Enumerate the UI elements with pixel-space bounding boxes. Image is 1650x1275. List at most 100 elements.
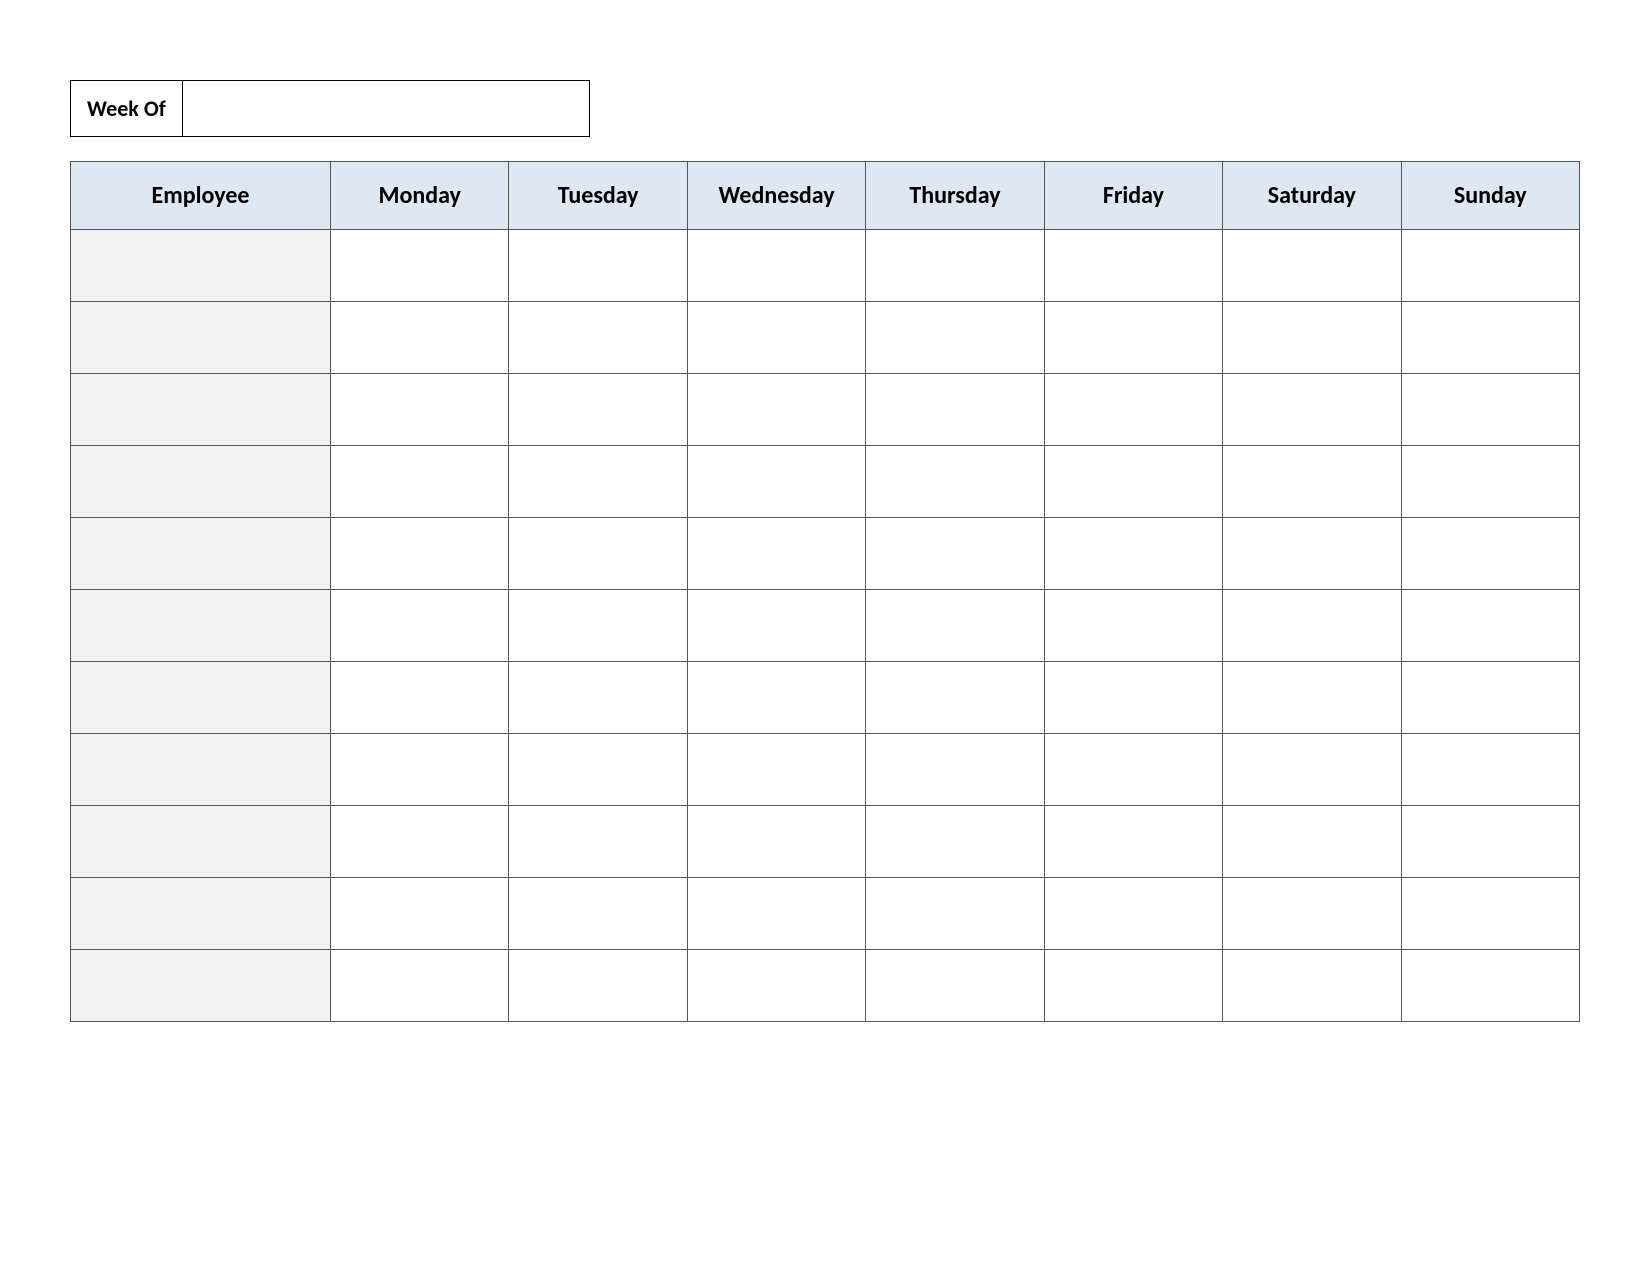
cell-wednesday[interactable]: [687, 590, 865, 662]
cell-friday[interactable]: [1044, 878, 1222, 950]
cell-sunday[interactable]: [1401, 950, 1579, 1022]
cell-tuesday[interactable]: [509, 806, 687, 878]
cell-thursday[interactable]: [866, 518, 1044, 590]
cell-thursday[interactable]: [866, 806, 1044, 878]
employee-cell[interactable]: [71, 950, 331, 1022]
cell-sunday[interactable]: [1401, 878, 1579, 950]
cell-sunday[interactable]: [1401, 590, 1579, 662]
cell-sunday[interactable]: [1401, 806, 1579, 878]
cell-monday[interactable]: [331, 950, 509, 1022]
cell-sunday[interactable]: [1401, 734, 1579, 806]
cell-wednesday[interactable]: [687, 446, 865, 518]
cell-monday[interactable]: [331, 518, 509, 590]
cell-monday[interactable]: [331, 230, 509, 302]
week-of-box: Week Of: [70, 80, 590, 137]
cell-thursday[interactable]: [866, 374, 1044, 446]
cell-saturday[interactable]: [1223, 662, 1401, 734]
schedule-table-head: Employee Monday Tuesday Wednesday Thursd…: [71, 162, 1580, 230]
cell-saturday[interactable]: [1223, 446, 1401, 518]
cell-sunday[interactable]: [1401, 230, 1579, 302]
cell-monday[interactable]: [331, 590, 509, 662]
header-monday: Monday: [331, 162, 509, 230]
cell-tuesday[interactable]: [509, 302, 687, 374]
cell-thursday[interactable]: [866, 230, 1044, 302]
cell-monday[interactable]: [331, 878, 509, 950]
header-employee: Employee: [71, 162, 331, 230]
cell-friday[interactable]: [1044, 302, 1222, 374]
cell-monday[interactable]: [331, 662, 509, 734]
cell-thursday[interactable]: [866, 734, 1044, 806]
cell-friday[interactable]: [1044, 518, 1222, 590]
cell-wednesday[interactable]: [687, 950, 865, 1022]
cell-thursday[interactable]: [866, 878, 1044, 950]
cell-saturday[interactable]: [1223, 590, 1401, 662]
employee-cell[interactable]: [71, 806, 331, 878]
cell-thursday[interactable]: [866, 302, 1044, 374]
cell-monday[interactable]: [331, 302, 509, 374]
header-tuesday: Tuesday: [509, 162, 687, 230]
employee-cell[interactable]: [71, 374, 331, 446]
cell-thursday[interactable]: [866, 662, 1044, 734]
cell-sunday[interactable]: [1401, 662, 1579, 734]
cell-friday[interactable]: [1044, 446, 1222, 518]
week-of-input[interactable]: [183, 81, 589, 136]
employee-cell[interactable]: [71, 878, 331, 950]
cell-saturday[interactable]: [1223, 734, 1401, 806]
cell-saturday[interactable]: [1223, 230, 1401, 302]
employee-cell[interactable]: [71, 230, 331, 302]
cell-tuesday[interactable]: [509, 230, 687, 302]
table-row: [71, 590, 1580, 662]
employee-cell[interactable]: [71, 590, 331, 662]
header-friday: Friday: [1044, 162, 1222, 230]
cell-wednesday[interactable]: [687, 734, 865, 806]
cell-tuesday[interactable]: [509, 662, 687, 734]
cell-sunday[interactable]: [1401, 518, 1579, 590]
cell-saturday[interactable]: [1223, 518, 1401, 590]
employee-cell[interactable]: [71, 662, 331, 734]
cell-sunday[interactable]: [1401, 446, 1579, 518]
cell-monday[interactable]: [331, 446, 509, 518]
cell-friday[interactable]: [1044, 950, 1222, 1022]
cell-saturday[interactable]: [1223, 806, 1401, 878]
header-thursday: Thursday: [866, 162, 1044, 230]
cell-friday[interactable]: [1044, 734, 1222, 806]
cell-monday[interactable]: [331, 806, 509, 878]
cell-sunday[interactable]: [1401, 302, 1579, 374]
cell-wednesday[interactable]: [687, 230, 865, 302]
cell-friday[interactable]: [1044, 806, 1222, 878]
cell-tuesday[interactable]: [509, 590, 687, 662]
cell-thursday[interactable]: [866, 950, 1044, 1022]
cell-tuesday[interactable]: [509, 374, 687, 446]
cell-tuesday[interactable]: [509, 950, 687, 1022]
cell-friday[interactable]: [1044, 230, 1222, 302]
cell-tuesday[interactable]: [509, 446, 687, 518]
employee-cell[interactable]: [71, 734, 331, 806]
cell-wednesday[interactable]: [687, 302, 865, 374]
cell-friday[interactable]: [1044, 662, 1222, 734]
cell-wednesday[interactable]: [687, 662, 865, 734]
cell-saturday[interactable]: [1223, 950, 1401, 1022]
cell-thursday[interactable]: [866, 446, 1044, 518]
cell-saturday[interactable]: [1223, 302, 1401, 374]
cell-sunday[interactable]: [1401, 374, 1579, 446]
cell-wednesday[interactable]: [687, 878, 865, 950]
cell-tuesday[interactable]: [509, 518, 687, 590]
cell-thursday[interactable]: [866, 590, 1044, 662]
employee-cell[interactable]: [71, 446, 331, 518]
cell-saturday[interactable]: [1223, 878, 1401, 950]
employee-cell[interactable]: [71, 302, 331, 374]
table-row: [71, 446, 1580, 518]
cell-monday[interactable]: [331, 374, 509, 446]
header-row: Employee Monday Tuesday Wednesday Thursd…: [71, 162, 1580, 230]
cell-tuesday[interactable]: [509, 878, 687, 950]
table-row: [71, 230, 1580, 302]
cell-wednesday[interactable]: [687, 518, 865, 590]
cell-wednesday[interactable]: [687, 806, 865, 878]
cell-wednesday[interactable]: [687, 374, 865, 446]
cell-friday[interactable]: [1044, 590, 1222, 662]
cell-friday[interactable]: [1044, 374, 1222, 446]
cell-tuesday[interactable]: [509, 734, 687, 806]
employee-cell[interactable]: [71, 518, 331, 590]
cell-saturday[interactable]: [1223, 374, 1401, 446]
cell-monday[interactable]: [331, 734, 509, 806]
